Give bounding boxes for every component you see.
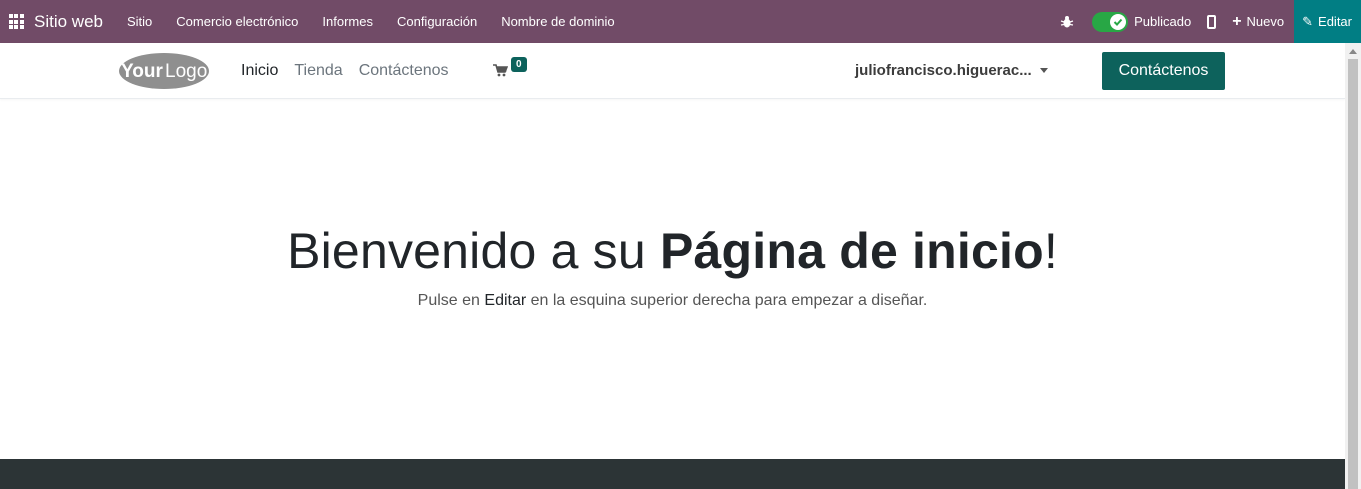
hero-title-part-2: ! [1043,223,1058,279]
scrollbar-thumb[interactable] [1348,59,1358,489]
shopping-cart-icon [493,64,509,80]
new-button-label: Nuevo [1246,14,1285,29]
hero-title-part-1: Bienvenido a su [287,223,660,279]
nav-contact[interactable]: Contáctenos [359,62,449,80]
pencil-icon: ✎ [1302,13,1314,29]
menu-domain-name[interactable]: Nombre de dominio [489,0,626,43]
svg-text:Logo: Logo [165,61,207,82]
caret-down-icon [1039,68,1048,73]
svg-text:Your: Your [121,61,163,82]
plus-icon: + [1232,12,1242,30]
debug-bug-icon[interactable] [1060,15,1074,29]
check-icon [1110,13,1127,30]
hero-sub-part-2: en la esquina superior derecha para empe… [526,292,928,309]
vertical-scrollbar[interactable] [1345,43,1361,489]
menu-reports[interactable]: Informes [310,0,385,43]
user-menu[interactable]: juliofrancisco.higuerac... [855,62,1048,79]
contact-us-button[interactable]: Contáctenos [1102,52,1225,90]
published-label[interactable]: Publicado [1134,14,1191,29]
app-brand[interactable]: Sitio web [34,12,103,32]
hero-title-bold: Página de inicio [659,223,1044,279]
mobile-preview-icon[interactable] [1207,14,1217,29]
edit-button-label: Editar [1318,14,1352,29]
nav-shop[interactable]: Tienda [294,62,342,80]
nav-home[interactable]: Inicio [241,62,278,80]
hero-subtitle: Pulse en Editar en la esquina superior d… [0,292,1345,310]
cart-link[interactable]: 0 [493,57,527,80]
hero-sub-part-1: Pulse en [417,292,485,309]
main-nav: Inicio Tienda Contáctenos [241,43,465,99]
user-name: juliofrancisco.higuerac... [855,62,1032,79]
site-header: Your Logo Inicio Tienda Contáctenos 0 ju… [0,43,1345,99]
site-logo[interactable]: Your Logo [113,50,211,92]
menu-ecommerce[interactable]: Comercio electrónico [164,0,310,43]
hero-title: Bienvenido a su Página de inicio! [0,222,1345,280]
published-toggle[interactable] [1092,11,1129,32]
menu-settings[interactable]: Configuración [385,0,489,43]
new-button[interactable]: + Nuevo [1232,12,1285,30]
menu-sitio[interactable]: Sitio [115,0,164,43]
scroll-up-arrow-icon[interactable] [1349,49,1357,54]
footer [0,459,1345,489]
hero-sub-strong: Editar [484,292,527,309]
apps-menu-icon[interactable] [2,0,30,43]
admin-topbar: Sitio web Sitio Comercio electrónico Inf… [0,0,1361,43]
edit-button[interactable]: ✎ Editar [1294,0,1361,43]
cart-count-badge: 0 [511,57,527,72]
